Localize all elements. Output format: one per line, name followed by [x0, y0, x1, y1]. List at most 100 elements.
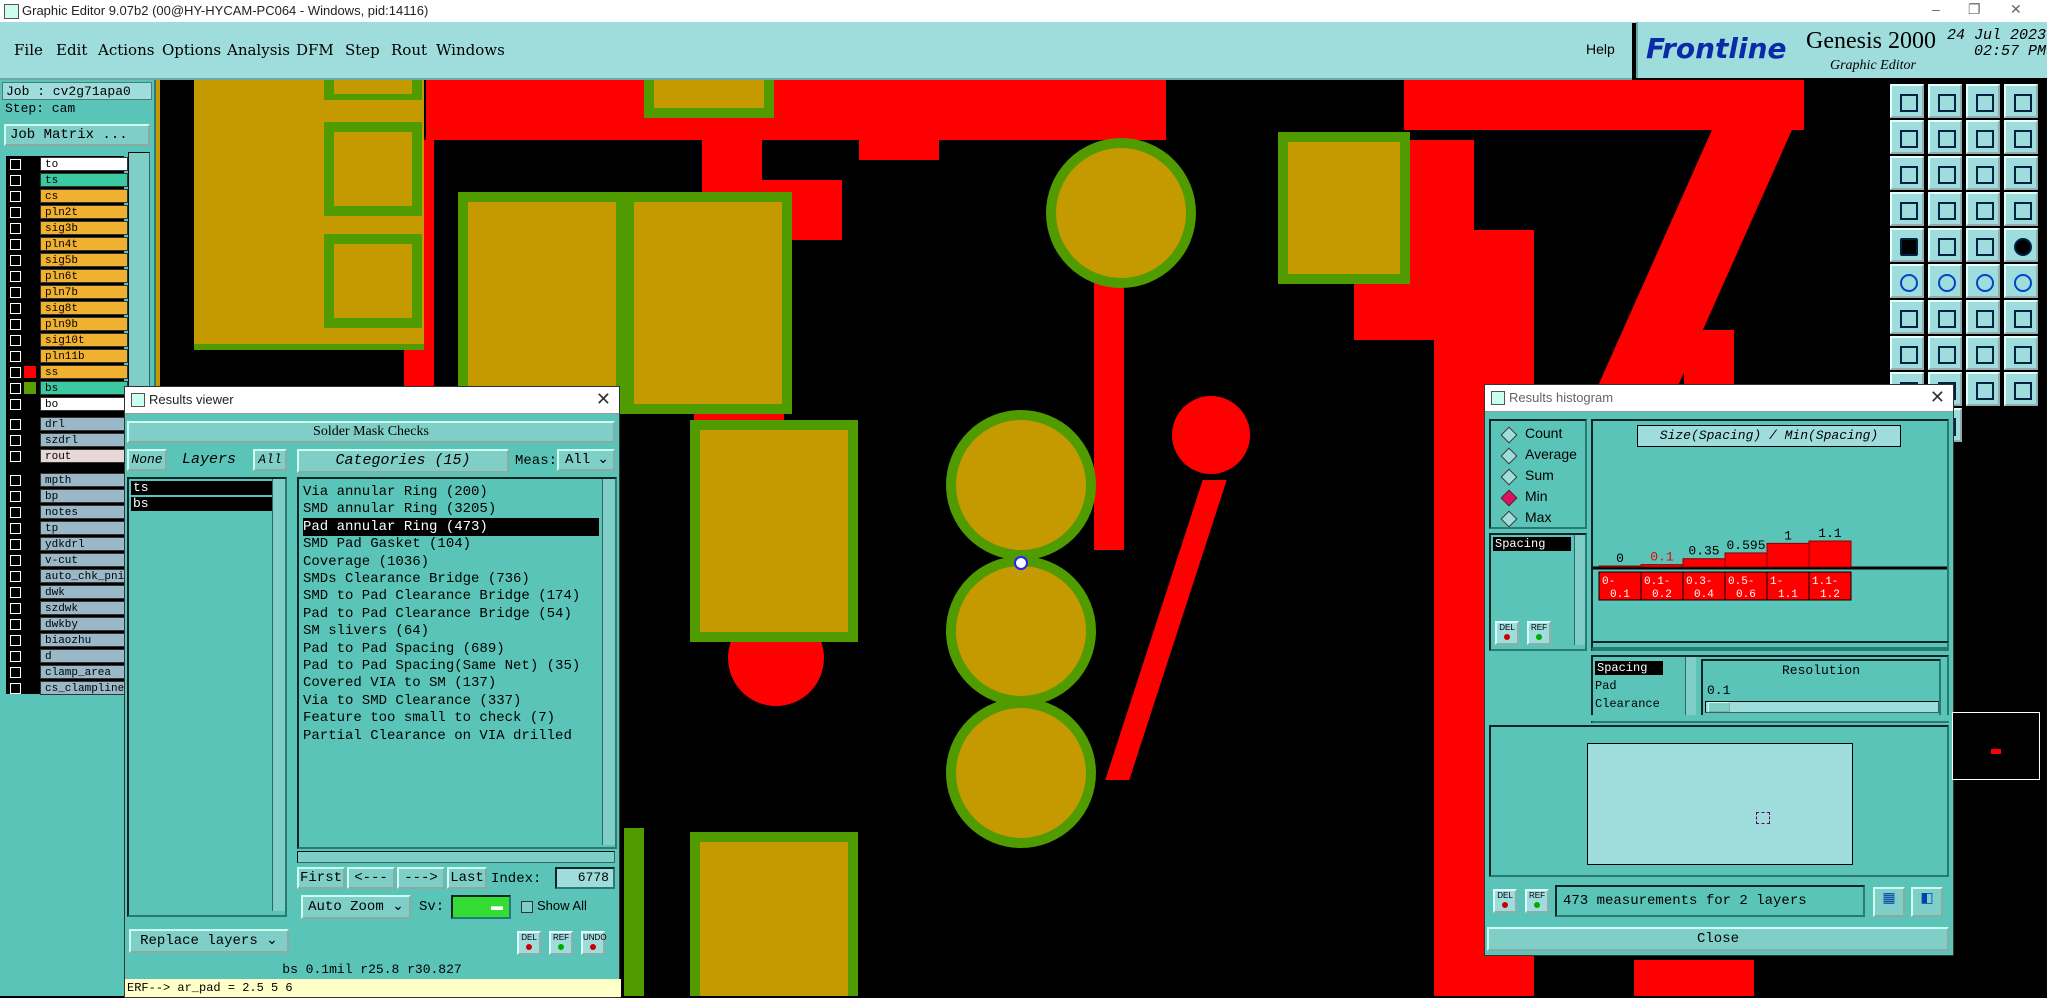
layer-checkbox[interactable]: [10, 239, 21, 250]
layer-color-swatch[interactable]: [24, 222, 36, 234]
layer-checkbox[interactable]: [10, 475, 21, 486]
first-button[interactable]: First: [297, 867, 345, 889]
layer-row-tp[interactable]: tp: [6, 521, 128, 535]
layer-name[interactable]: pln4t: [40, 237, 128, 251]
category-item[interactable]: SMD Pad Gasket (104): [303, 535, 471, 553]
layer-row-mpth[interactable]: mpth: [6, 473, 128, 487]
layer-checkbox[interactable]: [10, 335, 21, 346]
layer-color-swatch[interactable]: [24, 302, 36, 314]
layer-checkbox[interactable]: [10, 399, 21, 410]
layer-name[interactable]: auto_chk_pni: [40, 569, 128, 583]
layer-color-swatch[interactable]: [24, 650, 36, 662]
layer-name[interactable]: drl: [40, 417, 128, 431]
layer-checkbox[interactable]: [10, 319, 21, 330]
param-list-item[interactable]: Spacing: [1493, 537, 1571, 551]
layer-color-swatch[interactable]: [24, 270, 36, 282]
layer-row-drl[interactable]: drl: [6, 417, 128, 431]
right-icon[interactable]: [1928, 120, 1962, 154]
layer-row-to[interactable]: to: [6, 157, 128, 171]
menu-actions[interactable]: Actions: [98, 41, 154, 59]
layer-color-swatch[interactable]: [24, 418, 36, 430]
home-icon[interactable]: [1966, 84, 2000, 118]
layer-name[interactable]: to: [40, 157, 128, 171]
layer-checkbox[interactable]: [10, 175, 21, 186]
replace-layers-select[interactable]: Replace layers ⌄: [129, 929, 289, 953]
none-button[interactable]: None: [127, 449, 167, 471]
draw-icon[interactable]: [1928, 300, 1962, 334]
layer-row-szdrl[interactable]: szdrl: [6, 433, 128, 447]
layer-row-pln6t[interactable]: pln6t: [6, 269, 128, 283]
histogram-bar[interactable]: [1598, 565, 1642, 568]
show-all-checkbox[interactable]: [521, 901, 533, 913]
connect-icon[interactable]: [1890, 264, 1924, 298]
layer-name[interactable]: bp: [40, 489, 128, 503]
cross-icon[interactable]: [1928, 264, 1962, 298]
layer-color-swatch[interactable]: [24, 522, 36, 534]
layer-checkbox[interactable]: [10, 555, 21, 566]
layer-row-ydkdrl[interactable]: ydkdrl: [6, 537, 128, 551]
arc-icon[interactable]: [1966, 300, 2000, 334]
del-button[interactable]: DEL: [517, 931, 541, 955]
layer-name[interactable]: tp: [40, 521, 128, 535]
mode-radio-sum[interactable]: Sum: [1500, 467, 1603, 487]
del-button[interactable]: DEL: [1493, 889, 1517, 913]
layer-checkbox[interactable]: [10, 651, 21, 662]
attribute-item[interactable]: Pad: [1595, 679, 1617, 693]
layer-name[interactable]: sig10t: [40, 333, 128, 347]
layer-row-dwkby[interactable]: dwkby: [6, 617, 128, 631]
resolution-slider[interactable]: [1705, 701, 1939, 713]
layer-row-cs[interactable]: cs: [6, 189, 128, 203]
auto-zoom-select[interactable]: Auto Zoom ⌄: [301, 895, 411, 919]
layer-row-bs[interactable]: bs: [6, 381, 128, 395]
result-layer-item[interactable]: bs: [131, 497, 273, 511]
layer-checkbox[interactable]: [10, 683, 21, 694]
layer-color-swatch[interactable]: [24, 570, 36, 582]
menu-file[interactable]: File: [14, 41, 43, 59]
layer-checkbox[interactable]: [10, 603, 21, 614]
layer-checkbox[interactable]: [10, 491, 21, 502]
layer-color-swatch[interactable]: [24, 450, 36, 462]
layer-color-swatch[interactable]: [24, 434, 36, 446]
layer-name[interactable]: rout: [40, 449, 128, 463]
ref-button[interactable]: REF: [1525, 889, 1549, 913]
dot-icon[interactable]: [2004, 228, 2038, 262]
layer-row-notes[interactable]: notes: [6, 505, 128, 519]
histogram-bar[interactable]: [1640, 564, 1684, 568]
layer-name[interactable]: szdwk: [40, 601, 128, 615]
layer-checkbox[interactable]: [10, 435, 21, 446]
mountain-icon[interactable]: [1966, 372, 2000, 406]
layer-checkbox[interactable]: [10, 271, 21, 282]
layer-color-swatch[interactable]: [24, 382, 36, 394]
break-icon[interactable]: [2004, 192, 2038, 226]
layer-row-pln7b[interactable]: pln7b: [6, 285, 128, 299]
layer-color-swatch[interactable]: [24, 586, 36, 598]
layer-checkbox[interactable]: [10, 419, 21, 430]
attribute-item[interactable]: Clearance: [1595, 697, 1660, 711]
layer-color-swatch[interactable]: [24, 334, 36, 346]
category-hscrollbar[interactable]: [297, 851, 615, 863]
layer-checkbox[interactable]: [10, 667, 21, 678]
close-icon[interactable]: ✕: [1930, 387, 1945, 408]
layer-checkbox[interactable]: [10, 619, 21, 630]
histogram-bar[interactable]: [1682, 558, 1726, 568]
del-button[interactable]: DEL: [1495, 621, 1519, 645]
menu-help[interactable]: Help: [1586, 41, 1615, 57]
layer-color-swatch[interactable]: [24, 366, 36, 378]
category-item[interactable]: Covered VIA to SM (137): [303, 674, 496, 692]
category-item[interactable]: Feature too small to check (7): [303, 709, 555, 727]
layer-name[interactable]: pln2t: [40, 205, 128, 219]
layer-name[interactable]: bs: [40, 381, 128, 395]
layer-name[interactable]: biaozhu: [40, 633, 128, 647]
index-input[interactable]: 6778: [555, 867, 615, 889]
histogram-bar[interactable]: [1808, 540, 1852, 568]
category-scrollbar[interactable]: [602, 479, 615, 845]
histogram-bar[interactable]: [1724, 552, 1768, 568]
left-icon[interactable]: [1890, 120, 1924, 154]
layer-color-swatch[interactable]: [24, 554, 36, 566]
layer-name[interactable]: sig3b: [40, 221, 128, 235]
ruler-icon[interactable]: [1966, 336, 2000, 370]
layer-checkbox[interactable]: [10, 351, 21, 362]
mode-radio-min[interactable]: Min: [1500, 488, 1603, 508]
layer-color-swatch[interactable]: [24, 538, 36, 550]
chart-hscrollbar[interactable]: [1591, 641, 1949, 649]
